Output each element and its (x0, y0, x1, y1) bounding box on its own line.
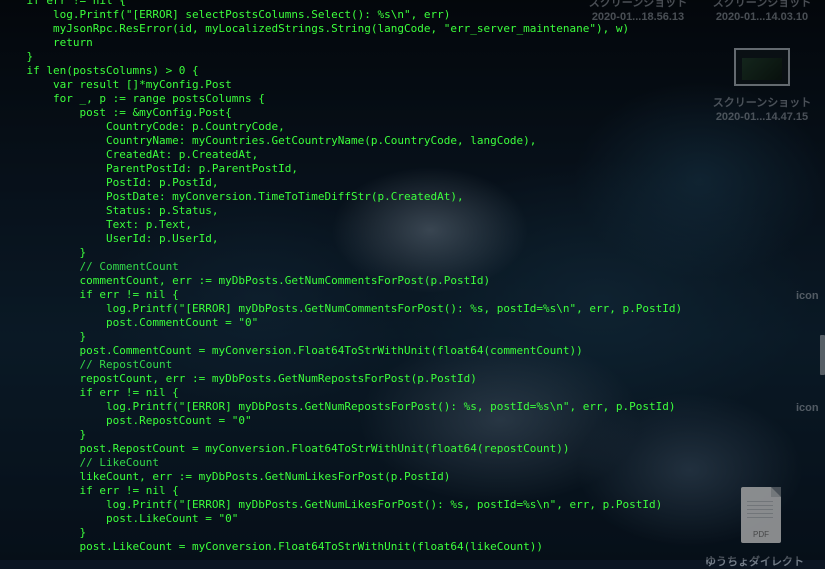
terminal-window[interactable]: if err != nil { log.Printf("[ERROR] sele… (0, 0, 825, 560)
code-line: } (0, 50, 34, 63)
code-line: PostId: p.PostId, (0, 176, 219, 189)
code-line: CountryName: myCountries.GetCountryName(… (0, 134, 537, 147)
code-line: post := &myConfig.Post{ (0, 106, 232, 119)
code-line: log.Printf("[ERROR] selectPostsColumns.S… (0, 8, 451, 21)
code-line: Text: p.Text, (0, 218, 193, 231)
code-line: post.LikeCount = myConversion.Float64ToS… (0, 540, 544, 553)
code-line: } (0, 246, 87, 259)
code-line: myJsonRpc.ResError(id, myLocalizedString… (0, 22, 630, 35)
code-line: likeCount, err := myDbPosts.GetNumLikesF… (0, 470, 451, 483)
code-line: Status: p.Status, (0, 204, 219, 217)
code-line: commentCount, err := myDbPosts.GetNumCom… (0, 274, 491, 287)
code-line: post.CommentCount = "0" (0, 316, 259, 329)
code-line: CreatedAt: p.CreatedAt, (0, 148, 259, 161)
code-line: log.Printf("[ERROR] myDbPosts.GetNumComm… (0, 302, 683, 315)
code-comment-line: // LikeCount (0, 456, 159, 469)
code-line: repostCount, err := myDbPosts.GetNumRepo… (0, 372, 477, 385)
code-line: log.Printf("[ERROR] myDbPosts.GetNumRepo… (0, 400, 676, 413)
code-view[interactable]: if err != nil { log.Printf("[ERROR] sele… (0, 0, 682, 554)
code-line: post.RepostCount = myConversion.Float64T… (0, 442, 570, 455)
code-line: if len(postsColumns) > 0 { (0, 64, 199, 77)
code-line: if err != nil { (0, 288, 179, 301)
code-line: } (0, 428, 87, 441)
code-line: for _, p := range postsColumns { (0, 92, 265, 105)
code-line: log.Printf("[ERROR] myDbPosts.GetNumLike… (0, 498, 663, 511)
code-comment-line: // CommentCount (0, 260, 179, 273)
code-line: } (0, 330, 87, 343)
code-line: var result []*myConfig.Post (0, 78, 232, 91)
code-line: } (0, 526, 87, 539)
code-line: if err != nil { (0, 484, 179, 497)
code-line: if err != nil { (0, 0, 126, 7)
code-line: CountryCode: p.CountryCode, (0, 120, 285, 133)
code-line: PostDate: myConversion.TimeToTimeDiffStr… (0, 190, 464, 203)
code-line: if err != nil { (0, 386, 179, 399)
code-line: post.RepostCount = "0" (0, 414, 252, 427)
code-line: post.CommentCount = myConversion.Float64… (0, 344, 583, 357)
code-line: ParentPostId: p.ParentPostId, (0, 162, 299, 175)
code-line: return (0, 36, 93, 49)
code-line: post.LikeCount = "0" (0, 512, 239, 525)
code-line: UserId: p.UserId, (0, 232, 219, 245)
code-comment-line: // RepostCount (0, 358, 173, 371)
